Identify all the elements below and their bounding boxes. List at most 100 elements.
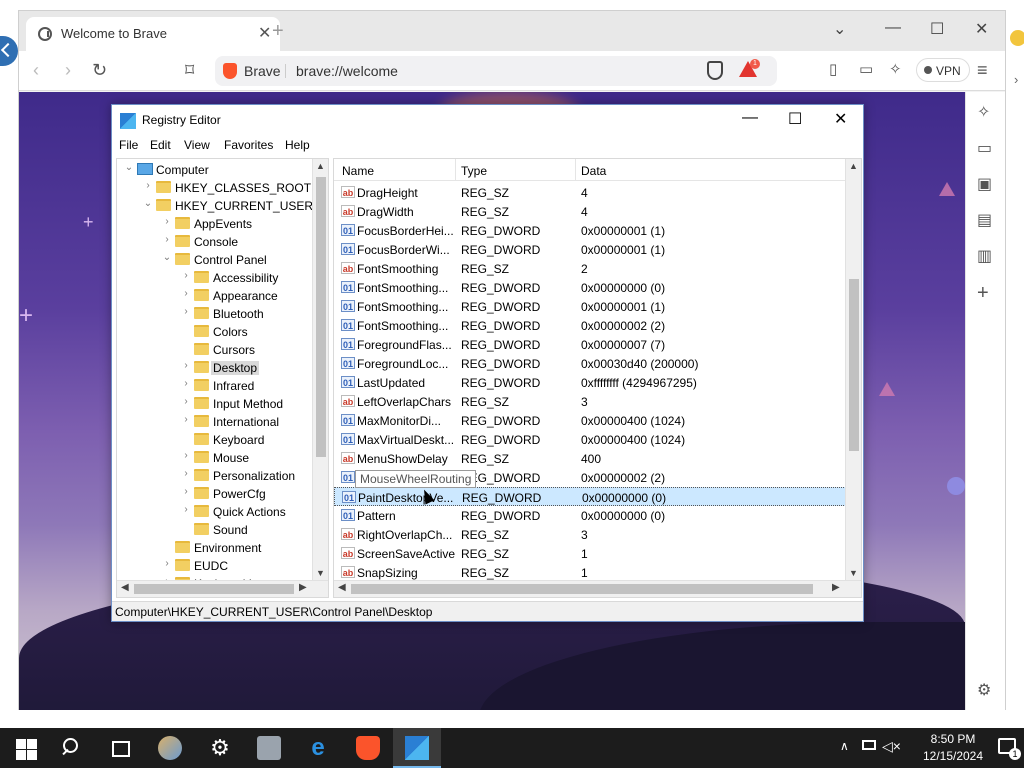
tree-scroll-thumb[interactable] <box>316 177 326 457</box>
expand-chevron-icon[interactable]: › <box>161 234 173 245</box>
tab-close-icon[interactable]: ✕ <box>258 23 271 43</box>
wallet-sidebar-icon[interactable]: ▣ <box>977 174 992 194</box>
expand-chevron-icon[interactable]: › <box>180 486 192 497</box>
column-name[interactable]: Name <box>342 164 374 178</box>
background-app-icon[interactable] <box>0 36 18 66</box>
internet-explorer-icon[interactable]: e <box>306 736 330 760</box>
tree-horizontal-scrollbar[interactable]: ◀ ▶ <box>117 580 328 597</box>
expand-chevron-icon[interactable]: › <box>180 378 192 389</box>
tab-welcome[interactable]: Welcome to Brave ✕ <box>26 17 280 51</box>
search-icon[interactable] <box>60 736 84 760</box>
expand-chevron-icon[interactable]: › <box>142 180 154 191</box>
forward-icon[interactable]: › <box>65 60 71 81</box>
menu-edit[interactable]: Edit <box>150 138 171 152</box>
vpn-button[interactable]: VPN <box>916 58 970 82</box>
network-icon[interactable] <box>862 740 876 750</box>
value-row[interactable]: 01 FocusBorderHei... REG_DWORD 0x00000001 (… <box>334 221 846 240</box>
scroll-up-icon[interactable]: ▲ <box>316 161 325 171</box>
value-row[interactable]: 01 FontSmoothing... REG_DWORD 0x00000000 (0… <box>334 278 846 297</box>
scroll-right-icon[interactable]: ▶ <box>299 582 307 593</box>
add-sidebar-item-icon[interactable]: + <box>977 282 989 305</box>
brave-taskbar-icon[interactable] <box>356 736 380 760</box>
values-horizontal-scrollbar[interactable]: ◀ ▶ <box>334 580 861 597</box>
regedit-minimize-icon[interactable]: — <box>742 109 758 127</box>
clock-time[interactable]: 8:50 PM <box>916 732 990 746</box>
collapse-chevron-icon[interactable]: ⌄ <box>123 162 135 173</box>
value-row[interactable]: ab LeftOverlapChars REG_SZ 3 <box>334 392 846 411</box>
leo-ai-icon[interactable]: ✧ <box>889 60 902 78</box>
value-row[interactable]: 01 Pattern REG_DWORD 0x00000000 (0) <box>334 506 846 525</box>
sidebar-settings-icon[interactable]: ⚙ <box>977 680 991 700</box>
start-button[interactable] <box>14 736 38 760</box>
tree-vertical-scrollbar[interactable]: ▲ ▼ <box>312 159 328 582</box>
maximize-icon[interactable]: ☐ <box>930 19 944 39</box>
expand-chevron-icon[interactable]: › <box>180 288 192 299</box>
regedit-close-icon[interactable]: ✕ <box>834 109 847 129</box>
value-row[interactable]: ab FontSmoothing REG_SZ 2 <box>334 259 846 278</box>
column-type[interactable]: Type <box>461 164 487 178</box>
reading-list-icon[interactable]: ▥ <box>977 246 992 266</box>
volume-muted-icon[interactable]: ◁× <box>882 738 901 755</box>
value-row[interactable]: ab DragHeight REG_SZ 4 <box>334 183 846 202</box>
expand-chevron-icon[interactable]: › <box>180 270 192 281</box>
expand-chevron-icon[interactable]: › <box>161 558 173 569</box>
value-row[interactable]: 01 ForegroundFlas... REG_DWORD 0x00000007 (… <box>334 335 846 354</box>
value-row[interactable]: ab DragWidth REG_SZ 4 <box>334 202 846 221</box>
back-icon[interactable]: ‹ <box>33 60 39 81</box>
scroll-up-icon[interactable]: ▲ <box>849 161 858 171</box>
minimize-icon[interactable]: — <box>885 19 901 37</box>
new-tab-button[interactable]: + <box>272 20 284 43</box>
value-row[interactable]: ab RightOverlapCh... REG_SZ 3 <box>334 525 846 544</box>
value-row[interactable]: ab MenuShowDelay REG_SZ 400 <box>334 449 846 468</box>
paint-app-icon[interactable] <box>158 736 182 760</box>
regedit-taskbar-icon[interactable] <box>405 736 429 760</box>
regedit-maximize-icon[interactable]: ☐ <box>788 109 802 129</box>
show-hidden-icons-chevron-icon[interactable]: ∧ <box>840 739 849 753</box>
value-row[interactable]: 01 FontSmoothing... REG_DWORD 0x00000001 (1… <box>334 297 846 316</box>
column-divider[interactable] <box>455 159 456 181</box>
tree-hscroll-thumb[interactable] <box>134 584 294 594</box>
expand-chevron-icon[interactable]: › <box>161 216 173 227</box>
menu-help[interactable]: Help <box>285 138 310 152</box>
task-view-icon[interactable] <box>108 736 132 760</box>
scroll-left-icon[interactable]: ◀ <box>121 582 129 593</box>
menu-icon[interactable]: ≡ <box>977 60 988 81</box>
collapse-chevron-icon[interactable]: ⌄ <box>142 198 154 209</box>
values-scroll-thumb[interactable] <box>849 279 859 451</box>
menu-file[interactable]: File <box>119 138 138 152</box>
value-row[interactable]: 01 MaxVirtualDeskt... REG_DWORD 0x00000400 … <box>334 430 846 449</box>
expand-chevron-icon[interactable]: › <box>180 468 192 479</box>
regedit-titlebar[interactable]: Registry Editor — ☐ ✕ <box>112 105 863 136</box>
sidebar-toggle-icon[interactable]: ▯ <box>829 60 837 78</box>
value-row[interactable]: 01 FontSmoothing... REG_DWORD 0x00000002 (2… <box>334 316 846 335</box>
address-url[interactable]: brave://welcome <box>296 63 398 79</box>
collapse-chevron-icon[interactable]: ⌄ <box>161 252 173 263</box>
expand-chevron-icon[interactable]: › <box>180 450 192 461</box>
values-vertical-scrollbar[interactable]: ▲ ▼ <box>845 159 861 582</box>
expand-chevron-icon[interactable]: › <box>180 414 192 425</box>
tab-search-chevron-icon[interactable]: ⌄ <box>833 19 846 39</box>
server-manager-icon[interactable] <box>257 736 281 760</box>
close-icon[interactable]: ✕ <box>975 19 988 39</box>
menu-view[interactable]: View <box>184 138 210 152</box>
wallet-icon[interactable]: ▭ <box>859 60 873 78</box>
scroll-right-icon[interactable]: ▶ <box>832 582 840 593</box>
settings-gear-icon[interactable]: ⚙ <box>208 736 232 760</box>
value-row[interactable]: 01 FocusBorderWi... REG_DWORD 0x00000001 (1… <box>334 240 846 259</box>
expand-chevron-icon[interactable]: › <box>180 360 192 371</box>
scroll-down-icon[interactable]: ▼ <box>849 568 858 578</box>
value-row[interactable]: ab ScreenSaveActive REG_SZ 1 <box>334 544 846 563</box>
playlist-icon[interactable]: ▭ <box>977 138 992 158</box>
reload-icon[interactable]: ↻ <box>92 60 107 81</box>
values-hscroll-thumb[interactable] <box>351 584 813 594</box>
scroll-left-icon[interactable]: ◀ <box>338 582 346 593</box>
address-bar[interactable]: ⌑ Brave brave://welcome <box>185 56 777 86</box>
menu-favorites[interactable]: Favorites <box>224 138 273 152</box>
leo-sidebar-icon[interactable]: ✧ <box>977 102 990 122</box>
expand-chevron-icon[interactable]: › <box>180 396 192 407</box>
bookmarks-sidebar-icon[interactable]: ▤ <box>977 210 992 230</box>
scroll-down-icon[interactable]: ▼ <box>316 568 325 578</box>
column-data[interactable]: Data <box>581 164 606 178</box>
expand-chevron-icon[interactable]: › <box>180 504 192 515</box>
value-row[interactable]: 01 LastUpdated REG_DWORD 0xffffffff (429496… <box>334 373 846 392</box>
